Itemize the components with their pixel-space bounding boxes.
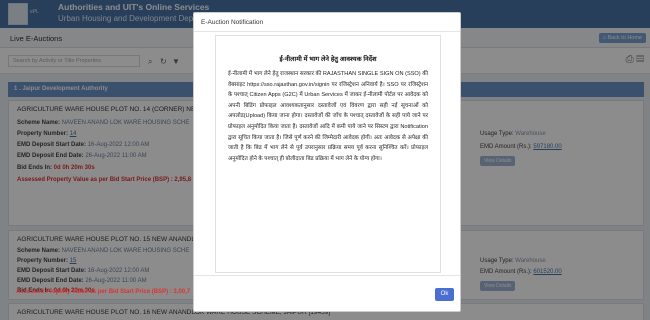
notice-text: ई-नीलामी में भाग लेने हेतु राजस्थान सरका…: [228, 71, 428, 162]
notification-modal: E-Auction Notification ई-नीलामी में भाग …: [193, 12, 461, 312]
modal-header: E-Auction Notification: [194, 13, 460, 32]
modal-title: E-Auction Notification: [201, 19, 264, 26]
notice-heading: ई-नीलामी में भाग लेने हेतु आवश्यक निर्दे…: [279, 56, 377, 63]
ok-button[interactable]: Ok: [435, 288, 454, 301]
modal-body: ई-नीलामी में भाग लेने हेतु आवश्यक निर्दे…: [215, 35, 441, 273]
assessed-value: 3,00,7: [173, 289, 191, 295]
assessed-value-label: Assessed Property Value as per Bid Start…: [16, 289, 172, 295]
modal-footer: Ok: [194, 275, 460, 312]
